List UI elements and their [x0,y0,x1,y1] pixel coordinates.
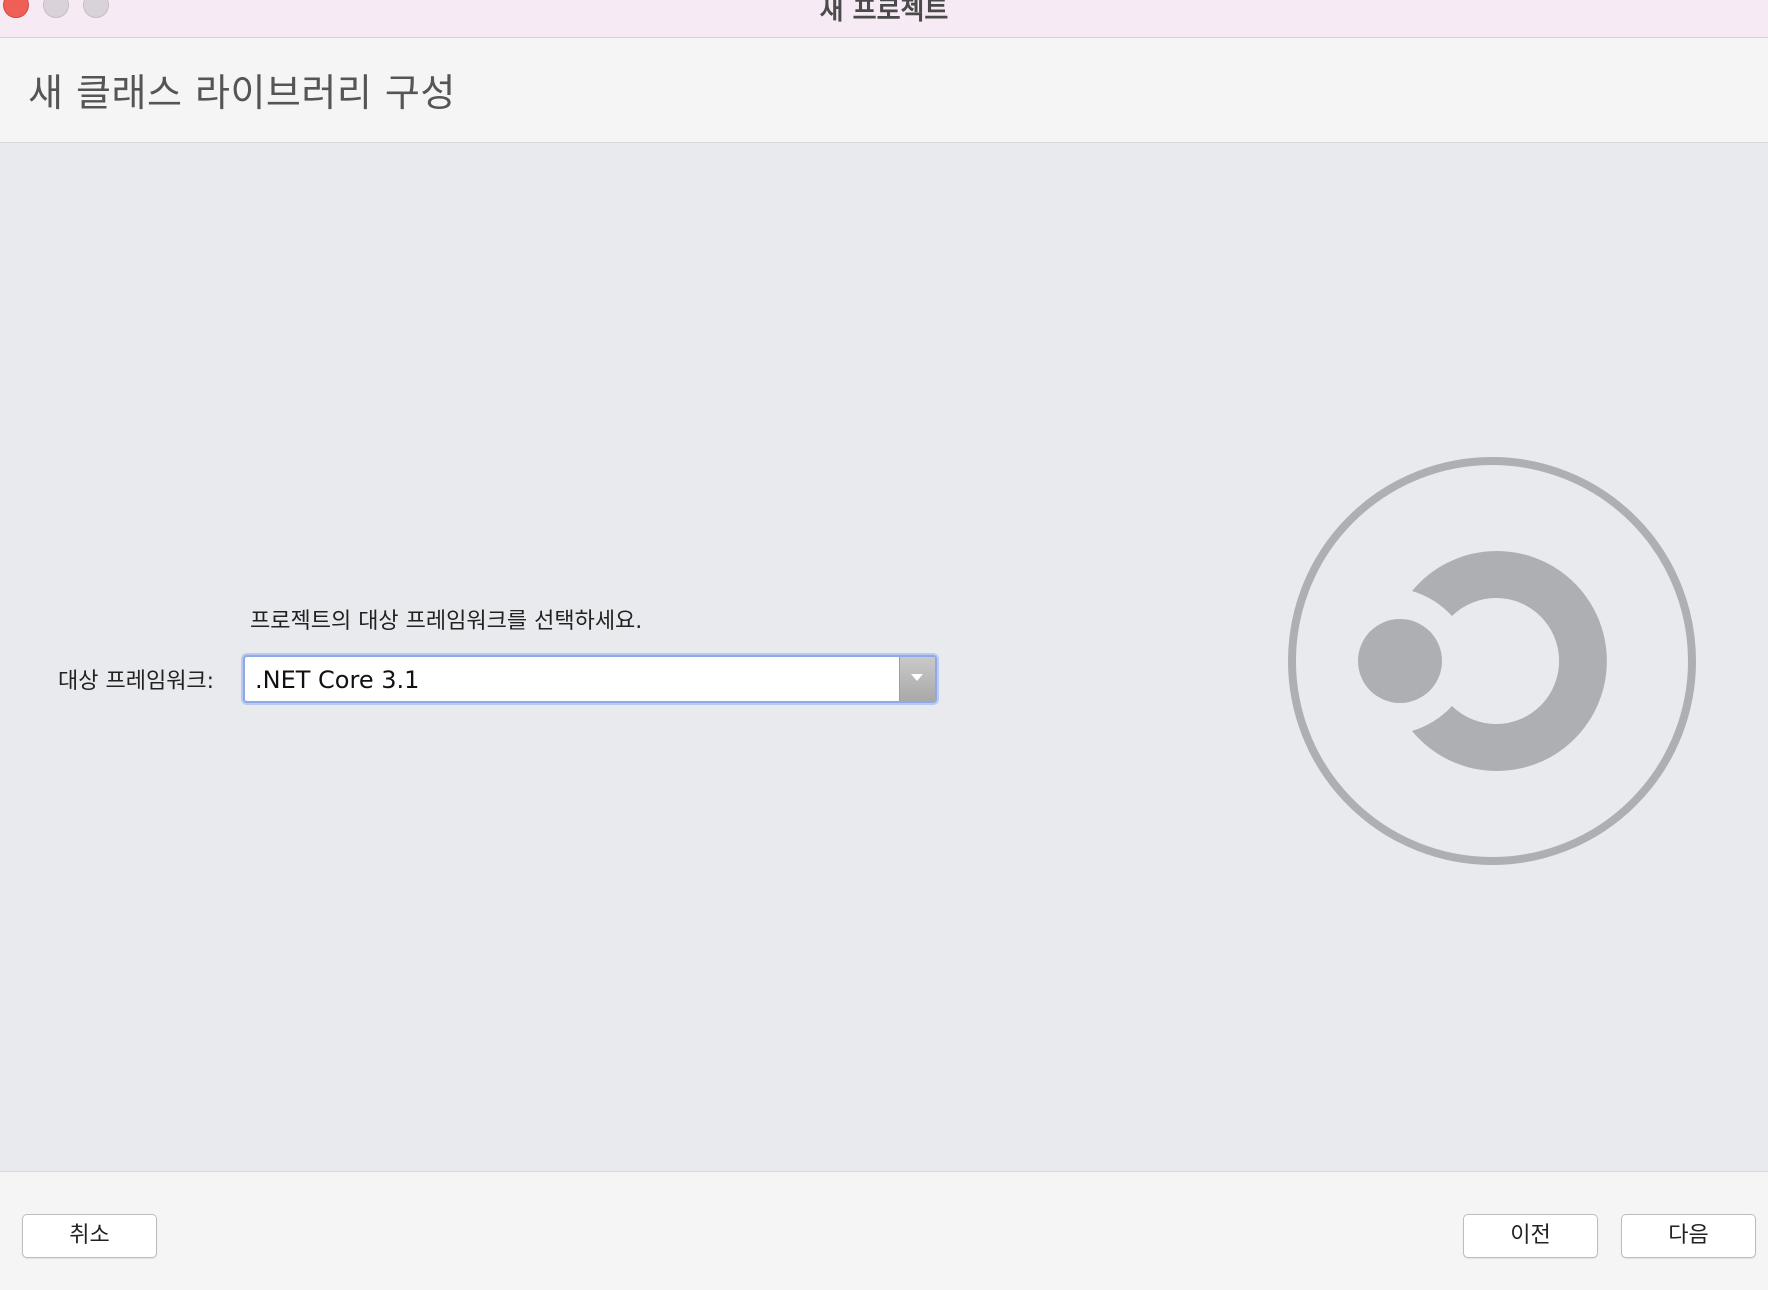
footer: 취소 이전 다음 [0,1171,1768,1290]
new-project-dialog: 새 프로젝트 새 클래스 라이브러리 구성 프로젝트의 대상 프레임워크를 선택… [0,0,1768,1290]
page-header: 새 클래스 라이브러리 구성 [0,38,1768,143]
chevron-down-icon [911,674,923,681]
cancel-button[interactable]: 취소 [22,1214,157,1258]
framework-dropdown-button[interactable] [899,657,935,701]
dotnet-logo-icon [1288,457,1696,865]
framework-label: 대상 프레임워크: [58,669,215,694]
title-bar: 새 프로젝트 [0,0,1768,38]
previous-button[interactable]: 이전 [1463,1214,1598,1258]
page-title: 새 클래스 라이브러리 구성 [28,71,456,115]
framework-select-value: .NET Core 3.1 [255,666,420,694]
window-title: 새 프로젝트 [819,0,949,26]
framework-select[interactable]: .NET Core 3.1 [243,655,937,703]
next-button[interactable]: 다음 [1621,1214,1756,1258]
framework-description: 프로젝트의 대상 프레임워크를 선택하세요. [250,609,643,634]
main-content: 프로젝트의 대상 프레임워크를 선택하세요. 대상 프레임워크: .NET Co… [0,143,1768,1171]
